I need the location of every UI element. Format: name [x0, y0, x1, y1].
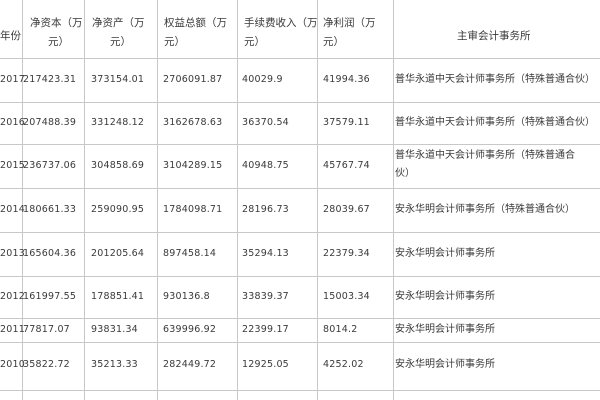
cell-net-profit: 28039.67	[323, 204, 370, 215]
cell-total-equity: 897458.14	[163, 248, 217, 259]
grid-line	[317, 0, 318, 400]
cell-net-profit: 41994.36	[323, 74, 370, 85]
cell-total-equity: 639996.92	[163, 324, 217, 335]
cell-year: 2015	[0, 160, 25, 171]
header-net-capital-line1: 净资本（万	[30, 17, 83, 29]
cell-net-assets: 259090.95	[91, 204, 145, 215]
cell-fee-income: 40029.9	[242, 74, 283, 85]
grid-line	[157, 0, 158, 400]
cell-year: 2012	[0, 291, 25, 302]
cell-auditor: 安永华明会计师事务所	[395, 248, 495, 259]
cell-net-capital: 236737.06	[23, 160, 77, 171]
header-fee-income-line2: 元）	[244, 36, 265, 48]
cell-net-capital: 165604.36	[23, 248, 77, 259]
cell-net-profit: 37579.11	[323, 117, 370, 128]
header-net-capital: 净资本（万 元）	[30, 14, 83, 52]
cell-total-equity: 282449.72	[163, 359, 217, 370]
cell-net-capital: 35822.72	[23, 359, 70, 370]
grid-line	[0, 276, 600, 277]
cell-year: 2016	[0, 117, 25, 128]
cell-auditor: 安永华明会计师事务所	[395, 291, 495, 302]
header-total-equity-line1: 权益总额（万	[164, 17, 227, 29]
header-net-assets-line2: 元）	[110, 36, 131, 48]
cell-net-capital: 77817.07	[23, 324, 70, 335]
grid-line	[0, 58, 600, 59]
header-total-equity: 权益总额（万 元）	[164, 14, 227, 52]
cell-net-profit: 45767.74	[323, 160, 370, 171]
financial-table: 年份 净资本（万 元） 净资产（万 元） 权益总额（万 元） 手续费收入（万 元…	[0, 0, 600, 400]
cell-auditor: 安永华明会计师事务所（特殊普通合伙）	[395, 204, 575, 215]
cell-auditor-line1: 普华永道中天会计师事务所（特殊普通合	[395, 150, 575, 161]
cell-year: 2014	[0, 204, 25, 215]
cell-net-assets: 331248.12	[91, 117, 145, 128]
cell-net-assets: 373154.01	[91, 74, 145, 85]
grid-line	[237, 0, 238, 400]
grid-line	[0, 232, 600, 233]
cell-net-assets: 304858.69	[91, 160, 145, 171]
cell-total-equity: 930136.8	[163, 291, 210, 302]
cell-fee-income: 36370.54	[242, 117, 289, 128]
cell-year: 2013	[0, 248, 25, 259]
cell-fee-income: 22399.17	[242, 324, 289, 335]
cell-fee-income: 12925.05	[242, 359, 289, 370]
cell-total-equity: 3162678.63	[163, 117, 223, 128]
header-net-assets: 净资产（万 元）	[92, 14, 145, 52]
grid-line	[0, 318, 600, 319]
cell-total-equity: 3104289.15	[163, 160, 223, 171]
header-fee-income: 手续费收入（万 元）	[244, 14, 318, 52]
cell-net-capital: 207488.39	[23, 117, 77, 128]
cell-net-assets: 93831.34	[91, 324, 138, 335]
header-net-profit-line2: 元）	[323, 36, 344, 48]
header-total-equity-line2: 元）	[164, 36, 185, 48]
header-net-assets-line1: 净资产（万	[92, 17, 145, 29]
cell-net-profit: 8014.2	[323, 324, 358, 335]
cell-auditor: 普华永道中天会计师事务所（特殊普通合伙）	[395, 117, 595, 128]
cell-total-equity: 2706091.87	[163, 74, 223, 85]
grid-line	[0, 102, 600, 103]
grid-line	[0, 390, 600, 391]
cell-net-capital: 217423.31	[23, 74, 77, 85]
grid-line	[0, 342, 600, 343]
grid-line	[0, 188, 600, 189]
cell-net-capital: 180661.33	[23, 204, 77, 215]
cell-net-profit: 15003.34	[323, 291, 370, 302]
cell-net-capital: 161997.55	[23, 291, 77, 302]
header-year: 年份	[0, 30, 21, 42]
header-net-profit: 净利润（万 元）	[323, 14, 376, 52]
grid-line	[22, 0, 23, 400]
cell-fee-income: 40948.75	[242, 160, 289, 171]
header-fee-income-line1: 手续费收入（万	[244, 17, 318, 29]
grid-line	[393, 0, 394, 400]
cell-net-assets: 35213.33	[91, 359, 138, 370]
cell-fee-income: 28196.73	[242, 204, 289, 215]
grid-line	[0, 144, 600, 145]
header-net-capital-line2: 元）	[48, 36, 69, 48]
cell-year: 2017	[0, 74, 25, 85]
grid-line	[84, 0, 85, 400]
header-net-profit-line1: 净利润（万	[323, 17, 376, 29]
cell-net-assets: 178851.41	[91, 291, 145, 302]
cell-fee-income: 35294.13	[242, 248, 289, 259]
cell-auditor: 普华永道中天会计师事务所（特殊普通合伙）	[395, 74, 595, 85]
cell-net-profit: 22379.34	[323, 248, 370, 259]
cell-net-assets: 201205.64	[91, 248, 145, 259]
cell-total-equity: 1784098.71	[163, 204, 223, 215]
cell-year: 2010	[0, 359, 25, 370]
cell-net-profit: 4252.02	[323, 359, 364, 370]
cell-auditor: 安永华明会计师事务所	[395, 359, 495, 370]
cell-fee-income: 33839.37	[242, 291, 289, 302]
cell-auditor: 普华永道中天会计师事务所（特殊普通合 伙）	[395, 147, 575, 183]
header-auditor: 主审会计事务所	[457, 30, 531, 42]
cell-year: 2011	[0, 324, 25, 335]
cell-auditor-line2: 伙）	[395, 168, 415, 179]
cell-auditor: 安永华明会计师事务所	[395, 324, 495, 335]
